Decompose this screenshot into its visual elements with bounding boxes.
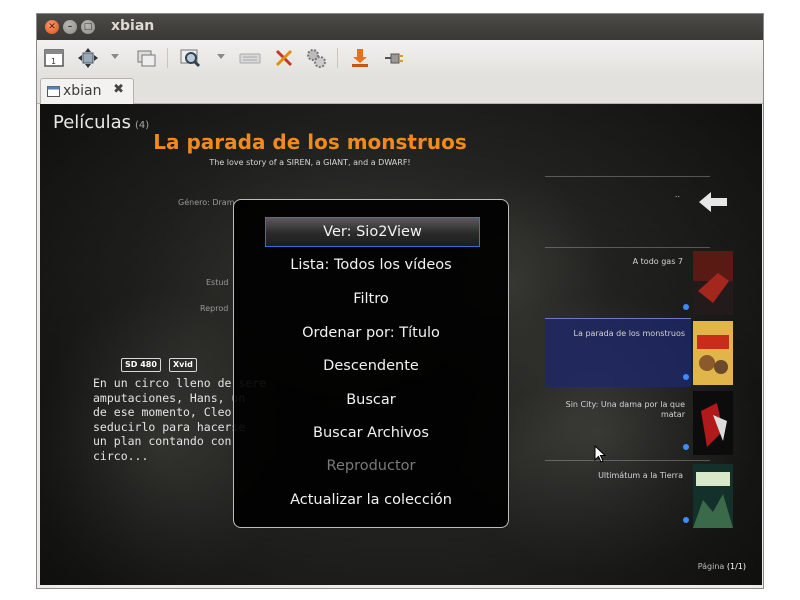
watched-indicator-icon <box>683 304 689 310</box>
menu-item-sort-by[interactable]: Ordenar por: Título <box>234 318 508 348</box>
menu-item-list[interactable]: Lista: Todos los vídeos <box>234 250 508 280</box>
title-bar: ✕ – □ xbian <box>37 14 763 40</box>
plot-line: de ese momento, Cleo <box>93 405 232 420</box>
list-item-label[interactable]: La parada de los monstruos <box>545 329 685 339</box>
plot-line: seducirlo para hacerse <box>93 419 246 434</box>
page-label: Página <box>697 562 725 571</box>
close-window-button[interactable]: ✕ <box>45 20 59 34</box>
page-value: (1/1) <box>726 562 746 571</box>
list-item-label[interactable]: A todo gas 7 <box>545 257 683 267</box>
menu-item-descending[interactable]: Descendente <box>234 351 508 381</box>
toolbar: 1 <box>37 40 763 76</box>
tab-label: xbian <box>63 83 102 99</box>
back-arrow-icon[interactable] <box>697 190 729 214</box>
download-icon[interactable] <box>349 47 371 69</box>
keyboard-icon[interactable] <box>239 47 261 69</box>
move-dropdown-icon[interactable] <box>111 54 119 59</box>
page-indicator: Página (1/1) <box>698 562 746 571</box>
section-title: Películas (4) <box>53 112 149 133</box>
list-parent-dots: .. <box>674 190 680 199</box>
zoom-icon[interactable] <box>179 47 201 69</box>
tab-close-icon[interactable]: ✖ <box>113 82 124 97</box>
minimize-window-button[interactable]: – <box>63 20 77 34</box>
tab-strip: xbian ✖ <box>37 76 763 104</box>
toolbar-separator <box>337 48 338 68</box>
poster-la-parada-de-los-monstruos[interactable] <box>693 321 733 385</box>
plot-line: En un circo lleno de sere <box>93 376 267 390</box>
movie-tagline: The love story of a SIREN, a GIANT, and … <box>209 158 411 167</box>
menu-item-update-library[interactable]: Actualizar la colección <box>234 485 508 515</box>
poster-ultimatum-a-la-tierra[interactable] <box>693 464 733 528</box>
window-title: xbian <box>111 18 155 34</box>
item-count: (4) <box>135 120 150 131</box>
poster-sin-city[interactable] <box>693 391 733 455</box>
movie-plot: En un circo lleno de sere amputaciones, … <box>93 376 267 464</box>
list-divider <box>545 460 710 461</box>
menu-item-player: Reproductor <box>326 458 416 474</box>
resolution-flag: SD 480 <box>121 358 161 372</box>
plot-line: amputaciones, Hans, un <box>93 390 246 405</box>
plug-icon[interactable] <box>383 47 405 69</box>
menu-item-view[interactable]: Ver: Sio2View <box>265 217 480 247</box>
toolbar-separator <box>167 48 168 68</box>
list-item-label[interactable]: Sin City: Una dama por la que matar <box>545 400 685 420</box>
section-title-label: Películas <box>53 112 132 133</box>
maximize-window-button[interactable]: □ <box>81 20 95 34</box>
plot-line: circo... <box>93 448 149 463</box>
vnc-window-icon <box>47 86 60 97</box>
screenshot-icon[interactable]: 1 <box>43 47 65 69</box>
window-icon[interactable] <box>135 47 157 69</box>
player-label: Reprod <box>200 304 229 313</box>
studio-label: Estud <box>206 278 229 287</box>
watched-indicator-icon <box>683 517 689 523</box>
move-icon[interactable] <box>77 47 99 69</box>
menu-item-search[interactable]: Buscar <box>234 385 508 415</box>
zoom-dropdown-icon[interactable] <box>217 54 225 59</box>
list-divider <box>545 176 710 177</box>
menu-item-filter[interactable]: Filtro <box>234 284 508 314</box>
context-menu-dialog: Ver: Sio2View Lista: Todos los vídeos Fi… <box>233 199 509 528</box>
tab-xbian[interactable]: xbian ✖ <box>40 78 134 104</box>
movie-title: La parada de los monstruos <box>153 130 467 154</box>
watched-indicator-icon <box>683 374 689 380</box>
menu-item-search-files[interactable]: Buscar Archivos <box>234 418 508 448</box>
watched-indicator-icon <box>683 444 689 450</box>
list-item-label[interactable]: Ultimátum a la Tierra <box>545 471 683 481</box>
tools-icon[interactable] <box>273 47 295 69</box>
app-window: ✕ – □ xbian 1 xbian ✖ Películas (4) La p… <box>36 13 764 589</box>
codec-flag: Xvid <box>169 358 197 372</box>
gears-icon[interactable] <box>305 47 327 69</box>
mouse-cursor-icon <box>594 445 606 463</box>
plot-line: un plan contando con <box>93 434 232 449</box>
list-divider <box>545 247 710 248</box>
svg-text:1: 1 <box>51 57 56 66</box>
remote-screen[interactable]: Películas (4) La parada de los monstruos … <box>40 104 762 585</box>
genre-label: Género: Dram <box>178 198 235 207</box>
poster-a-todo-gas-7[interactable] <box>693 251 733 315</box>
